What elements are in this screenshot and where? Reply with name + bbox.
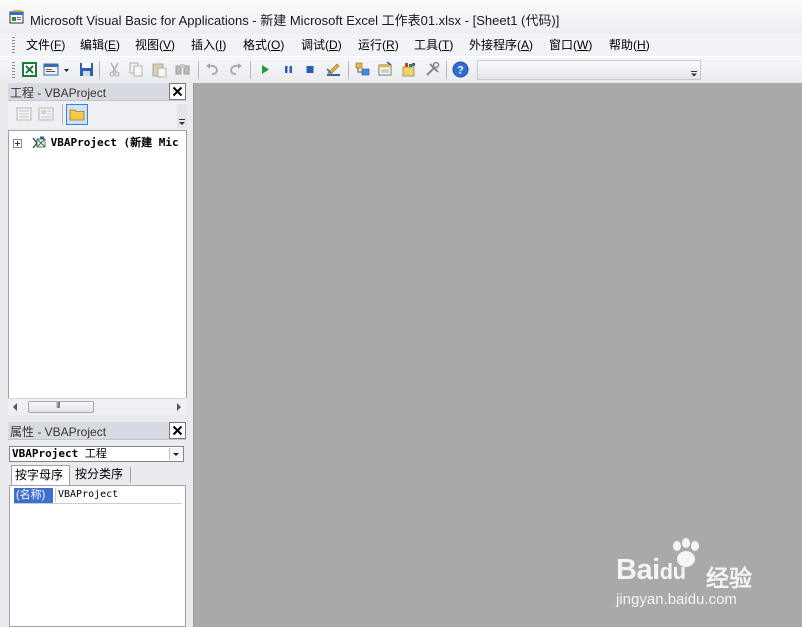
standard-toolbar: ? [0, 57, 802, 84]
property-row[interactable]: (名称) VBAProject [14, 488, 182, 504]
toolbar-separator [99, 61, 100, 79]
view-code-icon[interactable] [16, 107, 32, 121]
project-pane-title-text: 工程 - VBAProject [10, 86, 107, 100]
tab-categorized[interactable]: 按分类序 [72, 465, 131, 485]
tree-item-vbaproject[interactable]: VBAProject (新建 Mic [13, 135, 179, 151]
baidu-jingyan-watermark: Baidu 经验 jingyan.baidu.com [612, 538, 762, 614]
reset-icon[interactable] [302, 61, 319, 78]
toolbar-separator [62, 104, 63, 125]
watermark-cn: 经验 [706, 565, 752, 591]
menu-insert[interactable]: 插入(I) [191, 36, 226, 54]
object-selector[interactable]: VBAProject 工程 [9, 446, 184, 462]
chevron-down-icon[interactable] [62, 61, 71, 78]
insert-module-icon[interactable] [43, 61, 60, 78]
project-toolbar-overflow-icon[interactable] [177, 104, 187, 128]
project-pane-toolbar [8, 101, 187, 128]
help-icon[interactable]: ? [452, 61, 469, 78]
scroll-left-icon[interactable] [12, 403, 18, 411]
menu-addins[interactable]: 外接程序(A) [469, 36, 533, 54]
project-pane-close-button[interactable] [169, 83, 186, 100]
paste-icon[interactable] [151, 61, 168, 78]
property-name: (名称) [14, 488, 53, 503]
menu-help[interactable]: 帮助(H) [609, 36, 650, 54]
properties-pane-title: 属性 - VBAProject [8, 422, 186, 440]
undo-icon[interactable] [204, 61, 221, 78]
watermark-logo: Baidu [616, 554, 686, 586]
chevron-down-icon [173, 453, 179, 456]
properties-tabs: 按字母序 按分类序 [9, 465, 184, 485]
expand-icon[interactable] [13, 138, 22, 148]
scroll-right-icon[interactable] [176, 403, 182, 411]
vba-editor-icon[interactable] [9, 9, 25, 25]
properties-pane-title-text: 属性 - VBAProject [10, 425, 107, 439]
tab-divider [130, 467, 131, 483]
scrollbar-thumb[interactable]: III [28, 401, 94, 413]
menu-window[interactable]: 窗口(W) [549, 36, 592, 54]
toolbar-grip[interactable] [12, 62, 15, 78]
watermark-url: jingyan.baidu.com [616, 591, 737, 608]
menu-format[interactable]: 格式(O) [243, 36, 284, 54]
menu-view[interactable]: 视图(V) [135, 36, 175, 54]
save-icon[interactable] [78, 61, 95, 78]
design-mode-icon[interactable] [325, 61, 342, 78]
window-title: Microsoft Visual Basic for Applications … [30, 13, 560, 28]
menu-tools[interactable]: 工具(T) [414, 36, 453, 54]
folder-icon [69, 109, 85, 121]
find-icon[interactable] [174, 61, 191, 78]
svg-text:?: ? [457, 65, 464, 77]
project-tree[interactable]: VBAProject (新建 Mic [8, 130, 187, 414]
close-icon [172, 425, 183, 436]
object-selector-type: 工程 [78, 447, 107, 460]
project-tree-hscrollbar[interactable]: III [8, 398, 187, 415]
toolbar-separator [348, 61, 349, 79]
scrollbar-grip-glyph: III [56, 401, 61, 410]
view-object-icon[interactable] [38, 107, 54, 121]
object-browser-icon[interactable] [400, 61, 417, 78]
toolbar-separator [198, 61, 199, 79]
menu-run[interactable]: 运行(R) [358, 36, 399, 54]
toolbar-separator [446, 61, 447, 79]
toolbar-options-icon[interactable] [691, 71, 697, 77]
menu-debug[interactable]: 调试(D) [301, 36, 342, 54]
properties-window-icon[interactable] [377, 61, 394, 78]
menu-file[interactable]: 文件(F) [26, 36, 65, 54]
vba-project-icon [32, 136, 46, 149]
properties-pane-close-button[interactable] [169, 422, 186, 439]
title-bar: Microsoft Visual Basic for Applications … [0, 0, 802, 35]
object-selector-name: VBAProject [12, 447, 79, 460]
menu-bar: 文件(F) 编辑(E) 视图(V) 插入(I) 格式(O) 调试(D) 运行(R… [0, 34, 802, 56]
tree-item-label: VBAProject (新建 Mic [50, 136, 179, 149]
toolbar-separator [250, 61, 251, 79]
object-selector-dropdown[interactable] [169, 448, 182, 460]
redo-icon[interactable] [227, 61, 244, 78]
tab-alphabetic[interactable]: 按字母序 [11, 465, 70, 485]
project-explorer-icon[interactable] [354, 61, 371, 78]
copy-icon[interactable] [128, 61, 145, 78]
property-value[interactable]: VBAProject [55, 488, 118, 502]
project-pane-title: 工程 - VBAProject [8, 83, 186, 101]
toolbox-icon[interactable] [424, 61, 441, 78]
property-grid[interactable]: (名称) VBAProject [9, 485, 186, 627]
menubar-grip[interactable] [12, 37, 15, 53]
toggle-folders-button[interactable] [66, 104, 88, 125]
break-icon[interactable] [280, 61, 297, 78]
toolbar-overflow-area [477, 60, 701, 80]
close-icon [172, 86, 183, 97]
run-icon[interactable] [257, 61, 274, 78]
cut-icon[interactable] [106, 61, 123, 78]
menu-edit[interactable]: 编辑(E) [80, 36, 120, 54]
excel-view-icon[interactable] [21, 61, 38, 78]
